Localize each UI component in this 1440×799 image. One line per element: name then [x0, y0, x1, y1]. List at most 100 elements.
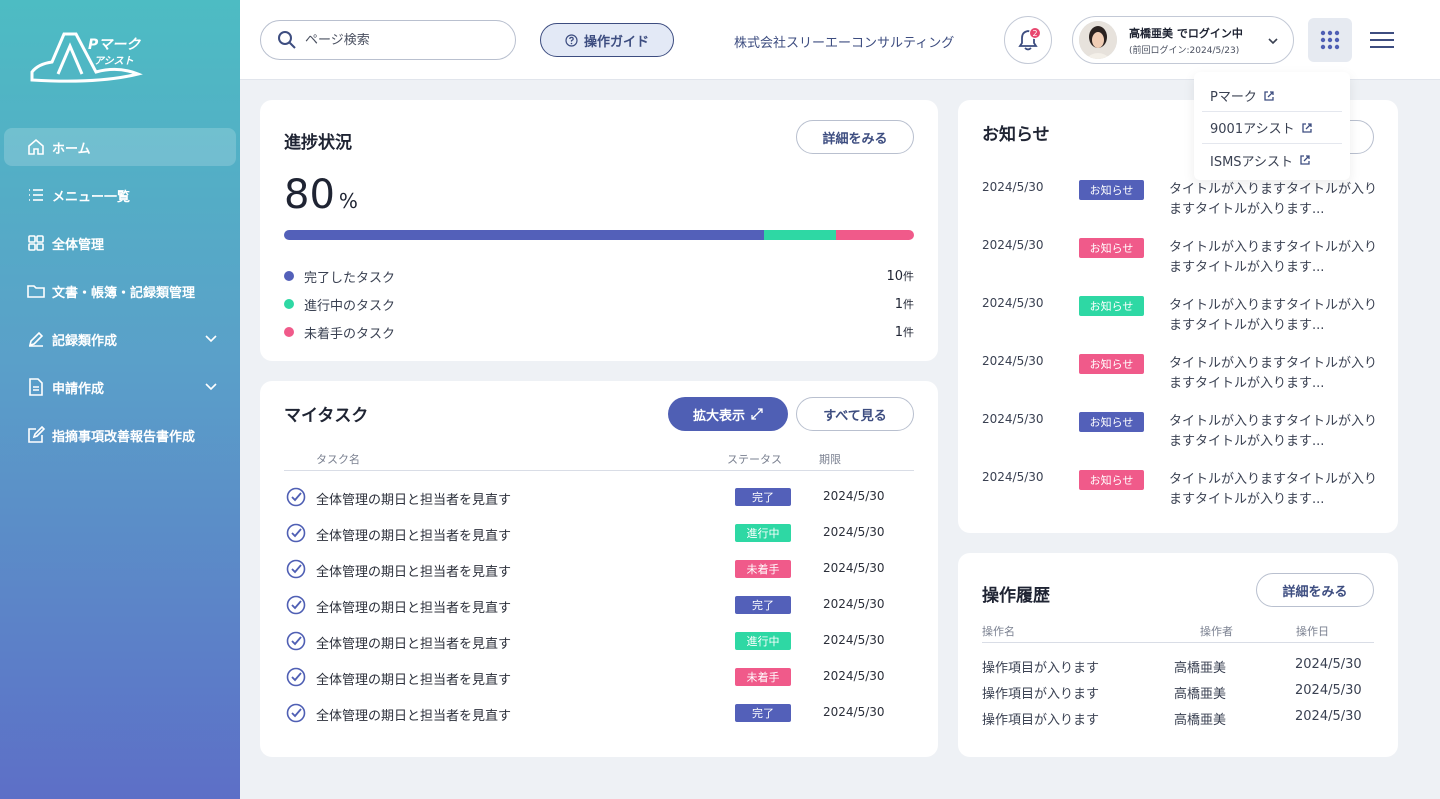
expand-button[interactable]: 拡大表示: [668, 397, 788, 431]
history-operation: 操作項目が入ります: [982, 713, 1100, 728]
check-circle-icon[interactable]: [286, 667, 306, 691]
progress-percent-value: 80: [284, 172, 335, 218]
task-name: 全体管理の期日と担当者を見直す: [316, 529, 512, 544]
task-due: 2024/5/30: [823, 525, 885, 539]
sidebar: Pマーク アシスト ホーム メニュー一覧 全体管理 文書・帳簿・記録類管理 記録…: [0, 0, 240, 799]
header: 操作ガイド 株式会社スリーエーコンサルティング 2 高橋亜美 でログイン中 (前…: [240, 0, 1440, 80]
table-row[interactable]: 全体管理の期日と担当者を見直す 進行中 2024/5/30: [284, 623, 914, 659]
table-row[interactable]: 全体管理の期日と担当者を見直す 未着手 2024/5/30: [284, 659, 914, 695]
column-header-date: 操作日: [1296, 625, 1329, 638]
news-badge: お知らせ: [1079, 354, 1144, 374]
progress-bar-not-started: [835, 230, 914, 240]
column-header-due: 期限: [819, 453, 841, 466]
search-box[interactable]: [260, 20, 516, 60]
grid-icon: [26, 233, 46, 253]
dropdown-item-pmark[interactable]: Pマーク: [1202, 80, 1342, 112]
table-row[interactable]: 全体管理の期日と担当者を見直す 完了 2024/5/30: [284, 587, 914, 623]
column-header-task-name: タスク名: [316, 453, 360, 466]
task-due: 2024/5/30: [823, 633, 885, 647]
history-operator: 高橋亜美: [1174, 661, 1227, 676]
last-login: (前回ログイン:2024/5/23): [1129, 45, 1240, 56]
mytask-card: マイタスク 拡大表示 すべて見る タスク名 ステータス 期限 全体管理の期日と担…: [260, 381, 938, 757]
logo[interactable]: Pマーク アシスト: [28, 28, 148, 84]
history-date: 2024/5/30: [1295, 709, 1362, 724]
chevron-down-icon: [1268, 38, 1278, 45]
table-row[interactable]: 全体管理の期日と担当者を見直す 完了 2024/5/30: [284, 479, 914, 515]
news-text: タイトルが入りますタイトルが入りますタイトルが入ります...: [1169, 356, 1378, 391]
check-circle-icon[interactable]: [286, 703, 306, 727]
guide-button[interactable]: 操作ガイド: [540, 23, 674, 57]
notification-button[interactable]: 2: [1004, 16, 1052, 64]
table-row[interactable]: 全体管理の期日と担当者を見直す 完了 2024/5/30: [284, 695, 914, 731]
pen-icon: [26, 329, 46, 349]
task-name: 全体管理の期日と担当者を見直す: [316, 637, 512, 652]
sidebar-item-improvement-report[interactable]: 指摘事項改善報告書作成: [4, 416, 236, 454]
table-divider: [982, 642, 1374, 643]
status-badge: 完了: [735, 596, 791, 614]
logo-text: Pマーク: [88, 37, 141, 53]
progress-legend: 完了したタスク 10件 進行中のタスク 1件 未着手のタスク 1件: [284, 262, 914, 346]
sidebar-item-menu-list[interactable]: メニュー一覧: [4, 176, 236, 214]
progress-detail-button[interactable]: 詳細をみる: [796, 120, 914, 154]
check-circle-icon[interactable]: [286, 595, 306, 619]
check-circle-icon[interactable]: [286, 631, 306, 655]
legend-row-in-progress: 進行中のタスク 1件: [284, 290, 914, 318]
dropdown-item-9001[interactable]: 9001アシスト: [1202, 112, 1342, 144]
sidebar-item-label: 全体管理: [52, 237, 105, 253]
table-row[interactable]: 全体管理の期日と担当者を見直す 未着手 2024/5/30: [284, 551, 914, 587]
news-text: タイトルが入りますタイトルが入りますタイトルが入ります...: [1169, 472, 1378, 507]
sidebar-item-documents[interactable]: 文書・帳簿・記録類管理: [4, 272, 236, 310]
check-circle-icon[interactable]: [286, 559, 306, 583]
mytask-title: マイタスク: [284, 406, 369, 426]
news-date: 2024/5/30: [982, 180, 1044, 194]
news-item[interactable]: 2024/5/30 お知らせ タイトルが入りますタイトルが入りますタイトルが入ります…: [982, 408, 1382, 458]
news-item[interactable]: 2024/5/30 お知らせ タイトルが入りますタイトルが入りますタイトルが入ります…: [982, 350, 1382, 400]
progress-percent-unit: %: [338, 189, 358, 213]
sidebar-item-home[interactable]: ホーム: [4, 128, 236, 166]
history-row: 操作項目が入ります 高橋亜美 2024/5/30: [982, 653, 1374, 679]
check-circle-icon[interactable]: [286, 523, 306, 547]
news-item[interactable]: 2024/5/30 お知らせ タイトルが入りますタイトルが入りますタイトルが入ります…: [982, 176, 1382, 226]
dropdown-item-label: Pマーク: [1210, 90, 1257, 105]
task-name: 全体管理の期日と担当者を見直す: [316, 565, 512, 580]
progress-bar-in-progress: [764, 230, 836, 240]
legend-count-value: 1: [894, 325, 903, 340]
history-operator: 高橋亜美: [1174, 713, 1227, 728]
history-date: 2024/5/30: [1295, 683, 1362, 698]
legend-count-unit: 件: [903, 270, 914, 283]
apps-button[interactable]: [1308, 18, 1352, 62]
hamburger-menu-icon[interactable]: [1368, 28, 1396, 52]
dropdown-item-label: ISMSアシスト: [1210, 154, 1294, 170]
sidebar-item-record-create[interactable]: 記録類作成: [4, 320, 236, 358]
sidebar-item-label: メニュー一覧: [52, 189, 131, 205]
user-menu[interactable]: 高橋亜美 でログイン中 (前回ログイン:2024/5/23): [1072, 16, 1294, 64]
check-circle-icon[interactable]: [286, 487, 306, 511]
history-row: 操作項目が入ります 高橋亜美 2024/5/30: [982, 679, 1374, 705]
sidebar-item-overall[interactable]: 全体管理: [4, 224, 236, 262]
task-name: 全体管理の期日と担当者を見直す: [316, 493, 512, 508]
notification-badge: 2: [1029, 27, 1041, 39]
sidebar-item-label: 文書・帳簿・記録類管理: [52, 285, 196, 301]
table-row[interactable]: 全体管理の期日と担当者を見直す 進行中 2024/5/30: [284, 515, 914, 551]
news-item[interactable]: 2024/5/30 お知らせ タイトルが入りますタイトルが入りますタイトルが入ります…: [982, 292, 1382, 342]
news-item[interactable]: 2024/5/30 お知らせ タイトルが入りますタイトルが入りますタイトルが入ります…: [982, 234, 1382, 284]
news-date: 2024/5/30: [982, 354, 1044, 368]
task-due: 2024/5/30: [823, 705, 885, 719]
news-text: タイトルが入りますタイトルが入りますタイトルが入ります...: [1169, 182, 1378, 217]
history-operation: 操作項目が入ります: [982, 661, 1100, 676]
dropdown-item-isms[interactable]: ISMSアシスト: [1202, 144, 1342, 176]
news-text: タイトルが入りますタイトルが入りますタイトルが入ります...: [1169, 414, 1378, 449]
search-icon: [278, 31, 296, 49]
apps-grid-icon: [1320, 30, 1340, 50]
history-detail-button[interactable]: 詳細をみる: [1256, 573, 1374, 607]
task-name: 全体管理の期日と担当者を見直す: [316, 601, 512, 616]
task-name: 全体管理の期日と担当者を見直す: [316, 673, 512, 688]
chevron-down-icon: [205, 335, 217, 343]
company-name: 株式会社スリーエーコンサルティング: [734, 36, 955, 51]
legend-label: 未着手のタスク: [304, 326, 396, 342]
sidebar-item-application[interactable]: 申請作成: [4, 368, 236, 406]
sidebar-item-label: 申請作成: [52, 381, 105, 397]
view-all-button[interactable]: すべて見る: [796, 397, 914, 431]
news-item[interactable]: 2024/5/30 お知らせ タイトルが入りますタイトルが入りますタイトルが入ります…: [982, 466, 1382, 516]
search-input[interactable]: [305, 32, 495, 48]
